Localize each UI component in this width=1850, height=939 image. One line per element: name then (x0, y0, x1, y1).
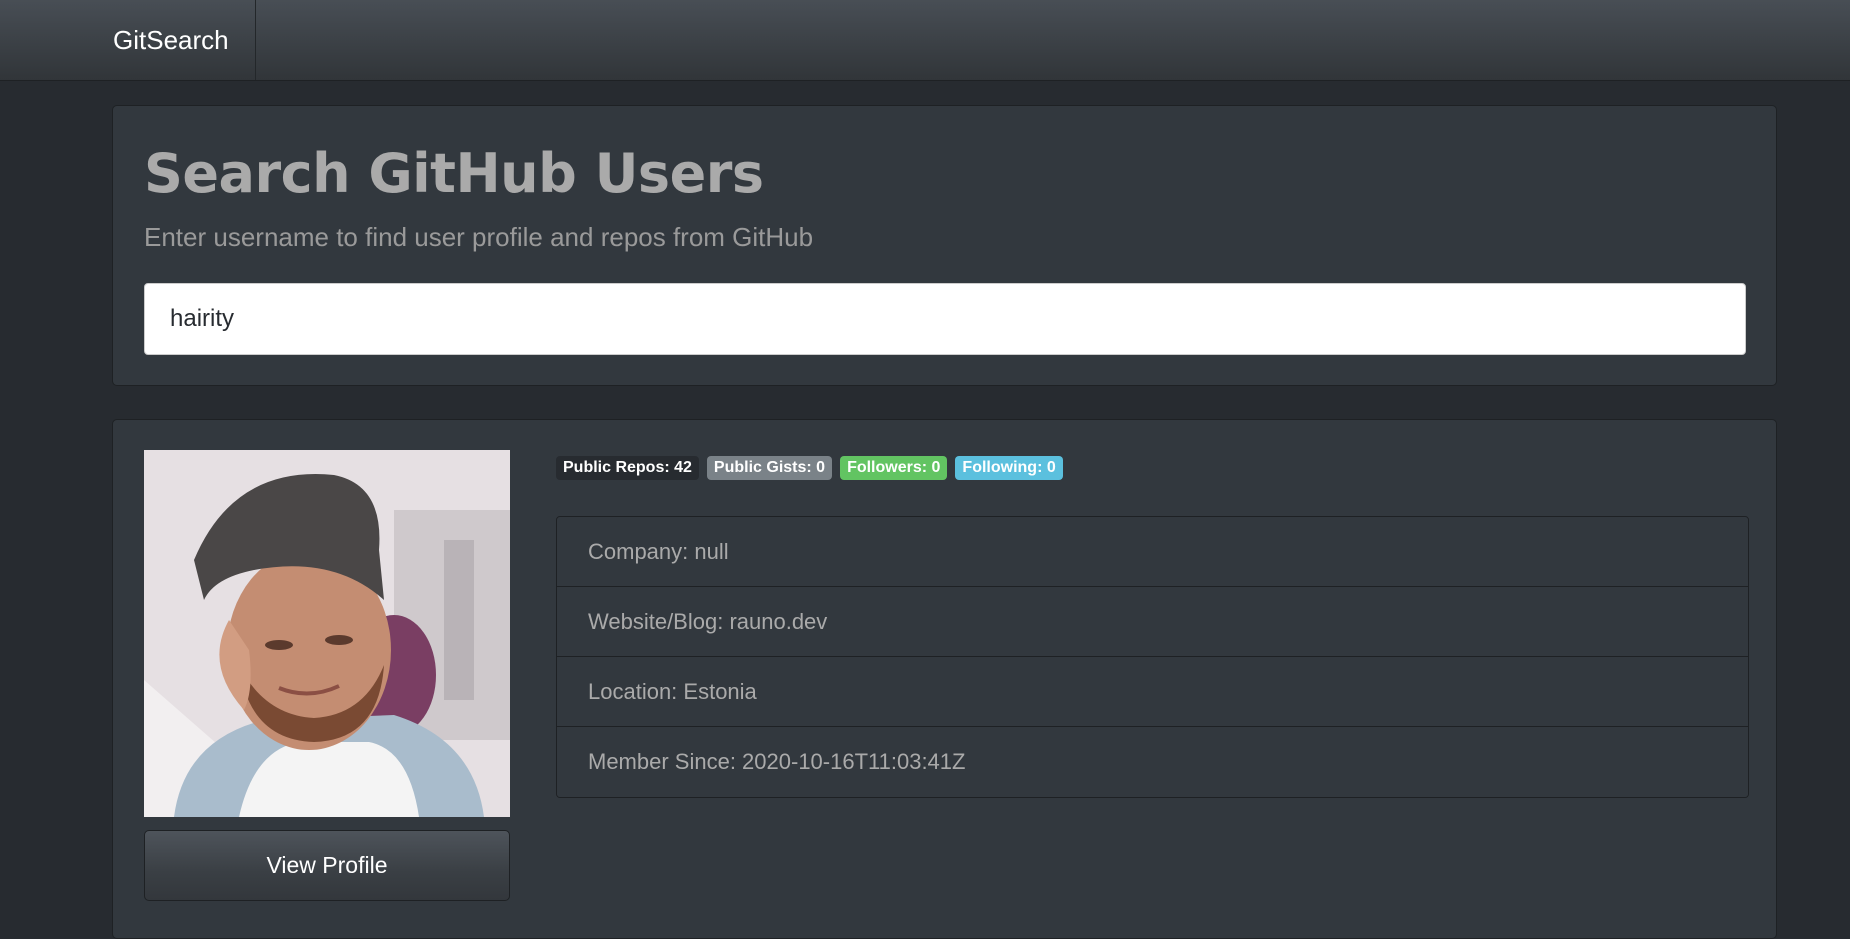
search-card: Search GitHub Users Enter username to fi… (112, 105, 1777, 386)
brand-link[interactable]: GitSearch (0, 0, 256, 80)
view-profile-label: View Profile (266, 852, 388, 878)
badge-public-repos: Public Repos: 42 (556, 456, 699, 480)
detail-website: Website/Blog: rauno.dev (557, 587, 1748, 657)
avatar-image (144, 450, 510, 817)
detail-member-since: Member Since: 2020-10-16T11:03:41Z (557, 727, 1748, 797)
profile-details-list: Company: null Website/Blog: rauno.dev Lo… (556, 516, 1749, 798)
badge-followers: Followers: 0 (840, 456, 948, 480)
detail-location: Location: Estonia (557, 657, 1748, 727)
profile-card: View Profile Public Repos: 42 Public Gis… (112, 419, 1777, 939)
view-profile-button[interactable]: View Profile (144, 830, 510, 901)
avatar (144, 450, 510, 817)
brand-label: GitSearch (113, 24, 229, 55)
detail-company: Company: null (557, 517, 1748, 587)
badge-following: Following: 0 (955, 456, 1063, 480)
badge-public-gists: Public Gists: 0 (706, 456, 833, 480)
navbar: GitSearch (0, 0, 1850, 81)
page-title: Search GitHub Users (144, 142, 764, 205)
search-input[interactable] (144, 283, 1746, 355)
stats-badges: Public Repos: 42 Public Gists: 0 Followe… (556, 456, 1063, 480)
page-subtitle: Enter username to find user profile and … (144, 222, 814, 252)
